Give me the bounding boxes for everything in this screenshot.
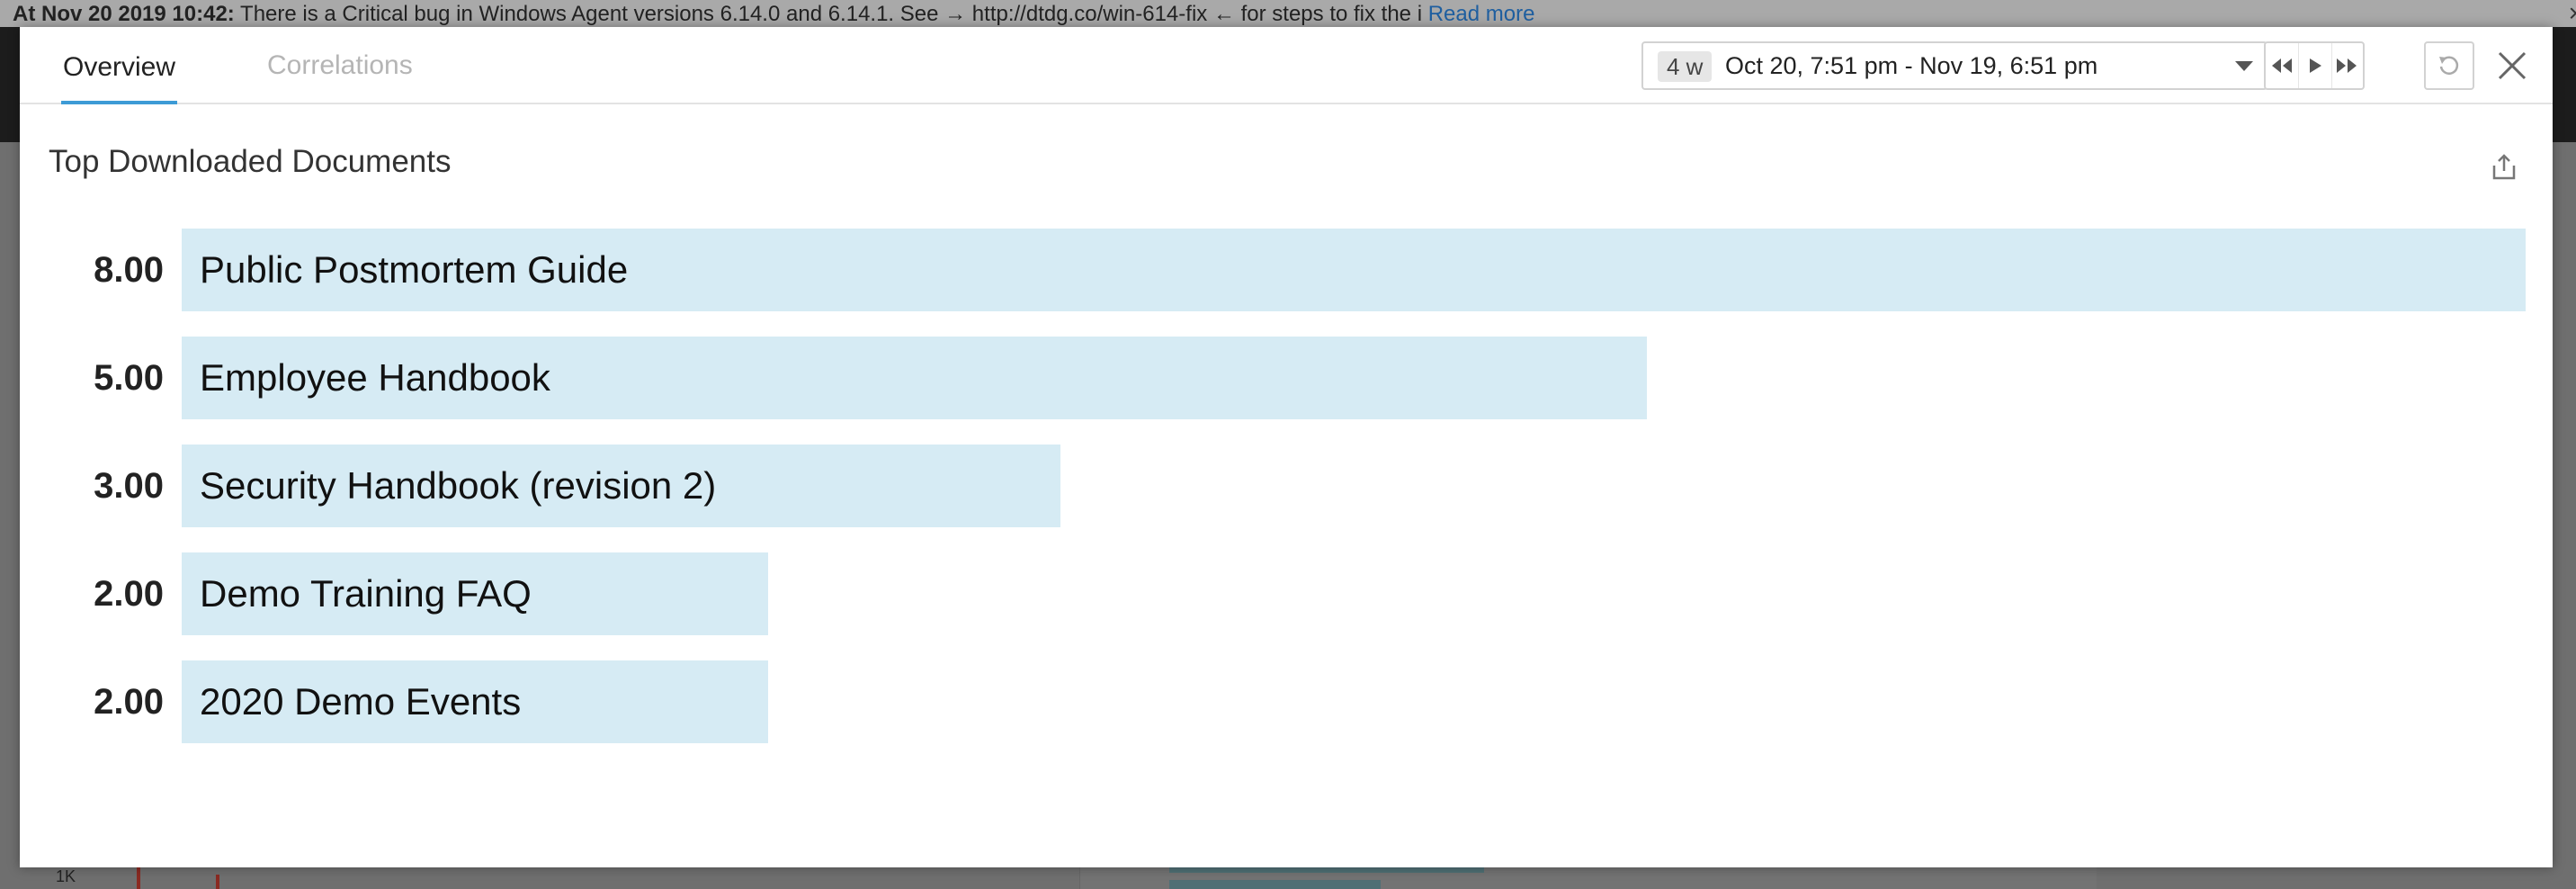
toplist-value: 2.00: [94, 682, 164, 722]
banner-text: There is a Critical bug in Windows Agent…: [234, 2, 1423, 26]
time-span-badge: 4 w: [1658, 51, 1713, 82]
announcement-banner: At Nov 20 2019 10:42: There is a Critica…: [0, 0, 2576, 27]
widget-title: Top Downloaded Documents: [49, 144, 452, 179]
tab-correlations[interactable]: Correlations: [267, 27, 413, 104]
background-series-line: [216, 875, 219, 889]
toplist-row[interactable]: 2.00 Demo Training FAQ: [20, 552, 2553, 635]
toplist-value: 2.00: [94, 574, 164, 614]
background-series-line: [137, 864, 140, 889]
banner-date: At Nov 20 2019 10:42:: [13, 2, 235, 26]
time-range-picker[interactable]: 4 w Oct 20, 7:51 pm - Nov 19, 6:51 pm: [1641, 41, 2267, 90]
time-range-text: Oct 20, 7:51 pm - Nov 19, 6:51 pm: [1725, 52, 2098, 79]
background-axis-tick: 1K: [56, 867, 76, 885]
rewind-icon: [2272, 58, 2292, 73]
export-button[interactable]: [2488, 151, 2520, 184]
refresh-icon: [2439, 56, 2459, 75]
toplist-row[interactable]: 5.00 Employee Handbook: [20, 337, 2553, 419]
toplist-label: 2020 Demo Events: [200, 680, 522, 723]
toplist-value: 5.00: [94, 358, 164, 398]
chevron-down-icon: [2235, 61, 2253, 71]
toplist-row[interactable]: 3.00 Security Handbook (revision 2): [20, 444, 2553, 527]
toplist-label: Demo Training FAQ: [200, 572, 532, 615]
play-button[interactable]: [2298, 43, 2332, 88]
reset-time-button[interactable]: [2424, 41, 2474, 90]
banner-read-more-link[interactable]: Read more: [1428, 2, 1535, 26]
toplist-label: Public Postmortem Guide: [200, 248, 629, 291]
toplist-value: 3.00: [94, 466, 164, 506]
fast-forward-button[interactable]: [2330, 43, 2363, 88]
modal-header: Overview Correlations 4 w Oct 20, 7:51 p…: [20, 27, 2553, 104]
play-icon: [2310, 58, 2321, 73]
time-navigation: [2264, 41, 2365, 90]
fast-forward-icon: [2337, 58, 2357, 73]
toplist-label: Employee Handbook: [200, 356, 550, 399]
toplist-row[interactable]: 2.00 2020 Demo Events: [20, 660, 2553, 743]
share-icon: [2492, 154, 2516, 180]
rewind-button[interactable]: [2266, 43, 2298, 88]
close-button[interactable]: [2491, 45, 2533, 86]
toplist-label: Security Handbook (revision 2): [200, 464, 717, 507]
widget-modal: Overview Correlations 4 w Oct 20, 7:51 p…: [20, 27, 2553, 867]
toplist-row[interactable]: 8.00 Public Postmortem Guide: [20, 229, 2553, 311]
tab-overview[interactable]: Overview: [61, 27, 178, 104]
background-bar: [1169, 880, 1381, 889]
close-icon: [2498, 51, 2527, 80]
banner-close-icon[interactable]: ×: [2569, 0, 2576, 27]
toplist-value: 8.00: [94, 250, 164, 290]
